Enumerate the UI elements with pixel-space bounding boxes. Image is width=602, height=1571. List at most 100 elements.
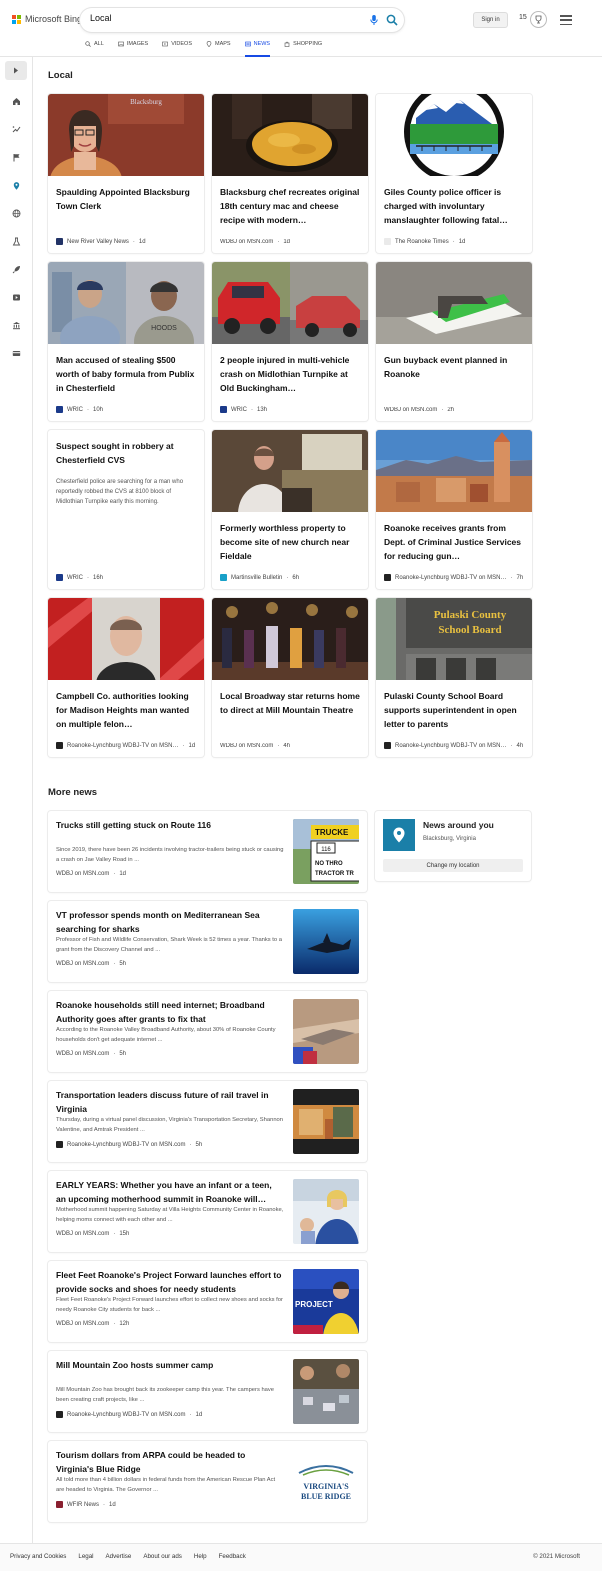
footer-links: Privacy and Cookies Legal Advertise Abou… (10, 1553, 246, 1560)
footer-link-legal[interactable]: Legal (78, 1553, 93, 1560)
news-list-item[interactable]: Trucks still getting stuck on Route 116 … (48, 811, 367, 892)
search-icon[interactable] (386, 14, 398, 26)
sidebar-expand-button[interactable] (5, 61, 27, 80)
news-card[interactable]: Giles County police officer is charged w… (376, 94, 532, 253)
news-list-item[interactable]: Roanoke households still need internet; … (48, 991, 367, 1072)
card-source: Roanoke-Lynchburg WDBJ-TV on MSN… · 4h (384, 742, 528, 749)
search-input[interactable] (90, 13, 350, 23)
news-card[interactable]: HOODS Man accused of stealing $500 worth… (48, 262, 204, 421)
svg-text:HOODS: HOODS (151, 325, 177, 332)
card-title[interactable]: Roanoke receives grants from Dept. of Cr… (384, 521, 526, 563)
card-title[interactable]: Blacksburg chef recreates original 18th … (220, 185, 362, 227)
news-card[interactable]: Gun buyback event planned in Roanoke WDB… (376, 262, 532, 421)
trending-icon[interactable] (9, 122, 23, 136)
news-description: All told more than 4 billion dollars in … (56, 1477, 276, 1493)
news-card[interactable]: Formerly worthless property to become si… (212, 430, 368, 589)
tab-maps[interactable]: Maps (206, 38, 231, 57)
news-title[interactable]: Roanoke households still need internet; … (56, 999, 282, 1026)
flag-icon[interactable] (9, 150, 23, 164)
footer-link-feedback[interactable]: Feedback (219, 1553, 246, 1560)
local-pin-icon[interactable] (9, 178, 23, 192)
card-title[interactable]: Campbell Co. authorities looking for Mad… (56, 689, 198, 731)
news-source: WDBJ on MSN.com · 15h (56, 1231, 130, 1237)
news-card[interactable]: 2 people injured in multi-vehicle crash … (212, 262, 368, 421)
news-list-item[interactable]: VT professor spends month on Mediterrane… (48, 901, 367, 982)
card-title[interactable]: Man accused of stealing $500 worth of ba… (56, 353, 198, 395)
change-location-button[interactable]: Change my location (383, 859, 523, 872)
news-list-item[interactable]: Transportation leaders discuss future of… (48, 1081, 367, 1162)
footer-link-help[interactable]: Help (194, 1553, 207, 1560)
news-title[interactable]: Fleet Feet Roanoke's Project Forward lau… (56, 1269, 282, 1296)
card-icon[interactable] (9, 346, 23, 360)
news-description: Fleet Feet Roanoke's Project Forward lau… (56, 1297, 283, 1313)
news-list-item[interactable]: Mill Mountain Zoo hosts summer camp Mill… (48, 1351, 367, 1432)
news-around-you-card: News around you Blacksburg, Virginia Cha… (375, 811, 531, 881)
svg-text:PROJECT: PROJECT (295, 1300, 333, 1309)
news-list-item[interactable]: Tourism dollars from ARPA could be heade… (48, 1441, 367, 1522)
news-card[interactable]: Campbell Co. authorities looking for Mad… (48, 598, 204, 757)
source-logo-icon (56, 238, 63, 245)
news-card[interactable]: Blacksburg chef recreates original 18th … (212, 94, 368, 253)
microsoft-logo-icon (12, 14, 21, 24)
news-title[interactable]: Mill Mountain Zoo hosts summer camp (56, 1359, 282, 1373)
news-title[interactable]: Trucks still getting stuck on Route 116 (56, 819, 282, 833)
news-card[interactable]: Suspect sought in robbery at Chesterfiel… (48, 430, 204, 589)
card-title[interactable]: Formerly worthless property to become si… (220, 521, 362, 563)
news-image-cable (293, 999, 359, 1064)
card-title[interactable]: Suspect sought in robbery at Chesterfiel… (56, 439, 198, 467)
card-source: WDBJ on MSN.com · 4h (220, 743, 291, 749)
rewards-trophy-icon[interactable] (530, 11, 547, 28)
footer-link-about-ads[interactable]: About our ads (143, 1553, 182, 1560)
card-title[interactable]: Spaulding Appointed Blacksburg Town Cler… (56, 185, 198, 213)
news-title[interactable]: Tourism dollars from ARPA could be heade… (56, 1449, 282, 1476)
news-source: WDBJ on MSN.com · 5h (56, 961, 127, 967)
bank-icon[interactable] (9, 318, 23, 332)
news-source: WFIR News · 1d (56, 1501, 116, 1508)
news-list-item[interactable]: EARLY YEARS: Whether you have an infant … (48, 1171, 367, 1252)
tab-news[interactable]: News (244, 38, 270, 57)
video-play-icon[interactable] (9, 290, 23, 304)
source-logo-icon (220, 574, 227, 581)
tab-videos[interactable]: Videos (162, 38, 192, 57)
card-image-roanoke-skyline (376, 430, 532, 512)
more-news-title: More news (48, 787, 98, 798)
tab-all[interactable]: All (85, 38, 104, 57)
card-title[interactable]: Gun buyback event planned in Roanoke (384, 353, 526, 381)
news-card[interactable]: Blacksburg Spaulding Appointed Blacksbur… (48, 94, 204, 253)
news-description: Thursday, during a virtual panel discuss… (56, 1117, 283, 1133)
news-title[interactable]: EARLY YEARS: Whether you have an infant … (56, 1179, 282, 1206)
chevron-right-icon (14, 67, 18, 74)
news-list-item[interactable]: Fleet Feet Roanoke's Project Forward lau… (48, 1261, 367, 1342)
source-logo-icon (56, 406, 63, 413)
rocket-icon[interactable] (9, 262, 23, 276)
news-title[interactable]: Transportation leaders discuss future of… (56, 1089, 282, 1116)
source-logo-icon (56, 1501, 63, 1508)
card-title[interactable]: Pulaski County School Board supports sup… (384, 689, 526, 731)
home-icon[interactable] (9, 94, 23, 108)
card-title[interactable]: 2 people injured in multi-vehicle crash … (220, 353, 362, 395)
svg-text:Blacksburg: Blacksburg (130, 98, 162, 106)
footer-link-privacy[interactable]: Privacy and Cookies (10, 1553, 66, 1560)
rewards-points[interactable]: 15 (519, 14, 527, 21)
no-through-text: NO THRO (315, 861, 343, 867)
news-card[interactable]: Pulaski County School Board Pulaski Coun… (376, 598, 532, 757)
news-source: Roanoke-Lynchburg WDBJ-TV on MSN.com · 5h (56, 1141, 202, 1148)
tractor-text: TRACTOR TR (315, 871, 355, 877)
card-title[interactable]: Giles County police officer is charged w… (384, 185, 526, 227)
globe-icon[interactable] (9, 206, 23, 220)
menu-icon[interactable] (560, 15, 572, 25)
footer-link-advertise[interactable]: Advertise (106, 1553, 132, 1560)
microphone-icon[interactable] (368, 14, 380, 26)
tab-images[interactable]: Images (117, 38, 148, 57)
tab-shopping[interactable]: Shopping (284, 38, 322, 57)
news-card[interactable]: Roanoke receives grants from Dept. of Cr… (376, 430, 532, 589)
card-image-broadway (212, 598, 368, 680)
news-title[interactable]: VT professor spends month on Mediterrane… (56, 909, 282, 936)
card-source: Martinsville Bulletin · 6h (220, 574, 364, 581)
news-description: According to the Roanoke Valley Broadban… (56, 1027, 276, 1043)
news-card[interactable]: Local Broadway star returns home to dire… (212, 598, 368, 757)
sign-in-button[interactable]: Sign in (473, 12, 508, 28)
bing-logo[interactable]: Microsoft Bing (12, 14, 82, 24)
card-title[interactable]: Local Broadway star returns home to dire… (220, 689, 362, 717)
science-icon[interactable] (9, 234, 23, 248)
